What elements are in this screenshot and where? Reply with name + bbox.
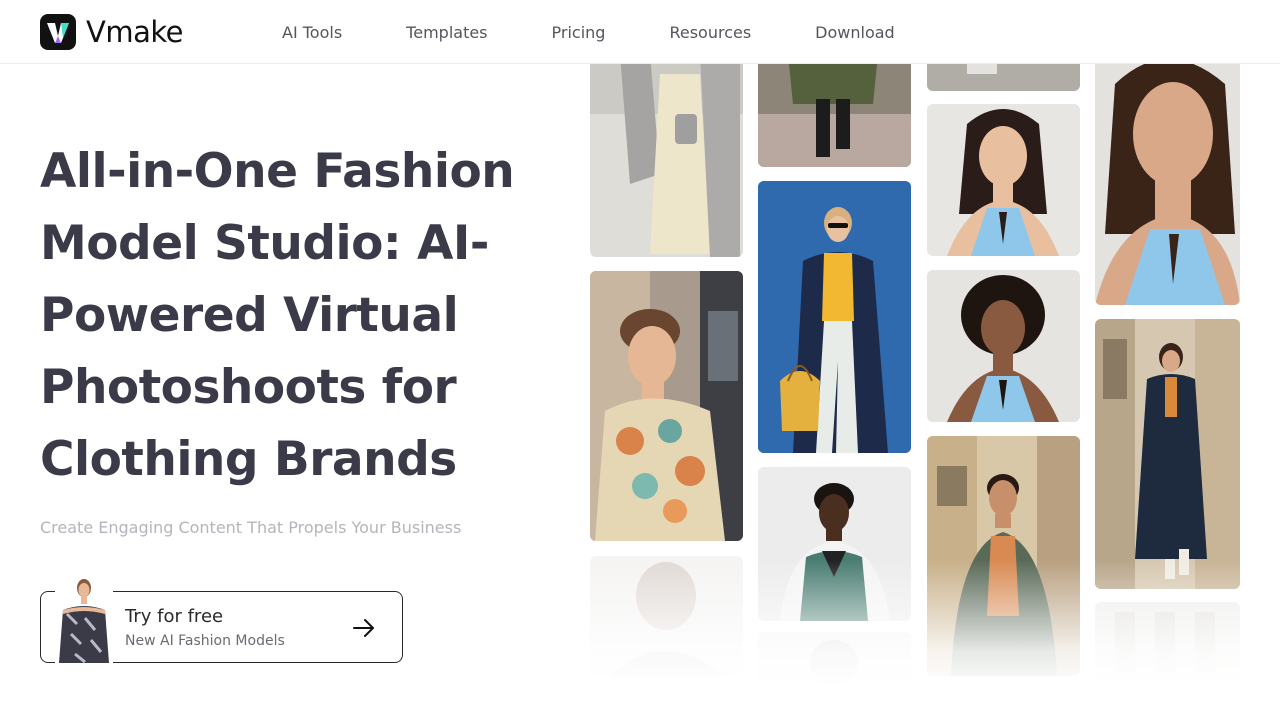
hero-title-line: Powered Virtual bbox=[40, 288, 459, 343]
nav-ai-tools[interactable]: AI Tools bbox=[282, 23, 342, 42]
hero-title-line: Photoshoots for bbox=[40, 360, 457, 415]
photo-woman-blue-halter-closeup bbox=[1095, 64, 1240, 305]
top-navigation-bar: Vmake AI Tools Templates Pricing Resourc… bbox=[0, 0, 1280, 64]
photo-man-green-shirt-street bbox=[927, 436, 1080, 676]
hero-title-line: Model Studio: AI- bbox=[40, 216, 489, 271]
nav-pricing[interactable]: Pricing bbox=[552, 23, 606, 42]
vmake-logo[interactable]: Vmake bbox=[40, 14, 183, 50]
photo-woman-curly-hair-blue-halter bbox=[927, 270, 1080, 422]
cta-title: Try for free bbox=[125, 606, 224, 627]
fashion-model-thumbnail bbox=[55, 574, 113, 663]
hero-title-line: Clothing Brands bbox=[40, 432, 457, 487]
photo-faded-extra bbox=[758, 632, 911, 684]
photo-man-green-varsity-jacket bbox=[758, 467, 911, 621]
photo-top-cropped bbox=[927, 64, 1080, 91]
fashion-model-gallery bbox=[590, 64, 1240, 684]
nav-templates[interactable]: Templates bbox=[406, 23, 487, 42]
nav-resources[interactable]: Resources bbox=[669, 23, 751, 42]
photo-faded-portrait bbox=[590, 556, 743, 676]
hero-title: All-in-One Fashion Model Studio: AI- Pow… bbox=[40, 136, 560, 496]
brand-name: Vmake bbox=[86, 15, 183, 49]
main-nav: AI Tools Templates Pricing Resources Dow… bbox=[282, 0, 959, 64]
photo-woman-navy-coat-street bbox=[1095, 319, 1240, 589]
photo-man-floral-tshirt bbox=[590, 271, 743, 541]
nav-download[interactable]: Download bbox=[815, 23, 895, 42]
photo-street-coat-legs bbox=[758, 64, 911, 167]
photo-woman-light-blue-halter bbox=[927, 104, 1080, 256]
hero-title-line: All-in-One Fashion bbox=[40, 144, 515, 199]
hero-subtitle: Create Engaging Content That Propels You… bbox=[40, 518, 462, 537]
photo-street-woman-yellow-trousers bbox=[590, 64, 743, 257]
try-for-free-button[interactable]: Try for free New AI Fashion Models bbox=[40, 574, 403, 663]
cta-subtitle: New AI Fashion Models bbox=[125, 633, 285, 649]
vmake-logo-icon bbox=[40, 14, 76, 50]
photo-faded-building bbox=[1095, 602, 1240, 682]
photo-woman-blue-wall-yellow-sweater bbox=[758, 181, 911, 453]
arrow-right-icon bbox=[352, 616, 376, 640]
